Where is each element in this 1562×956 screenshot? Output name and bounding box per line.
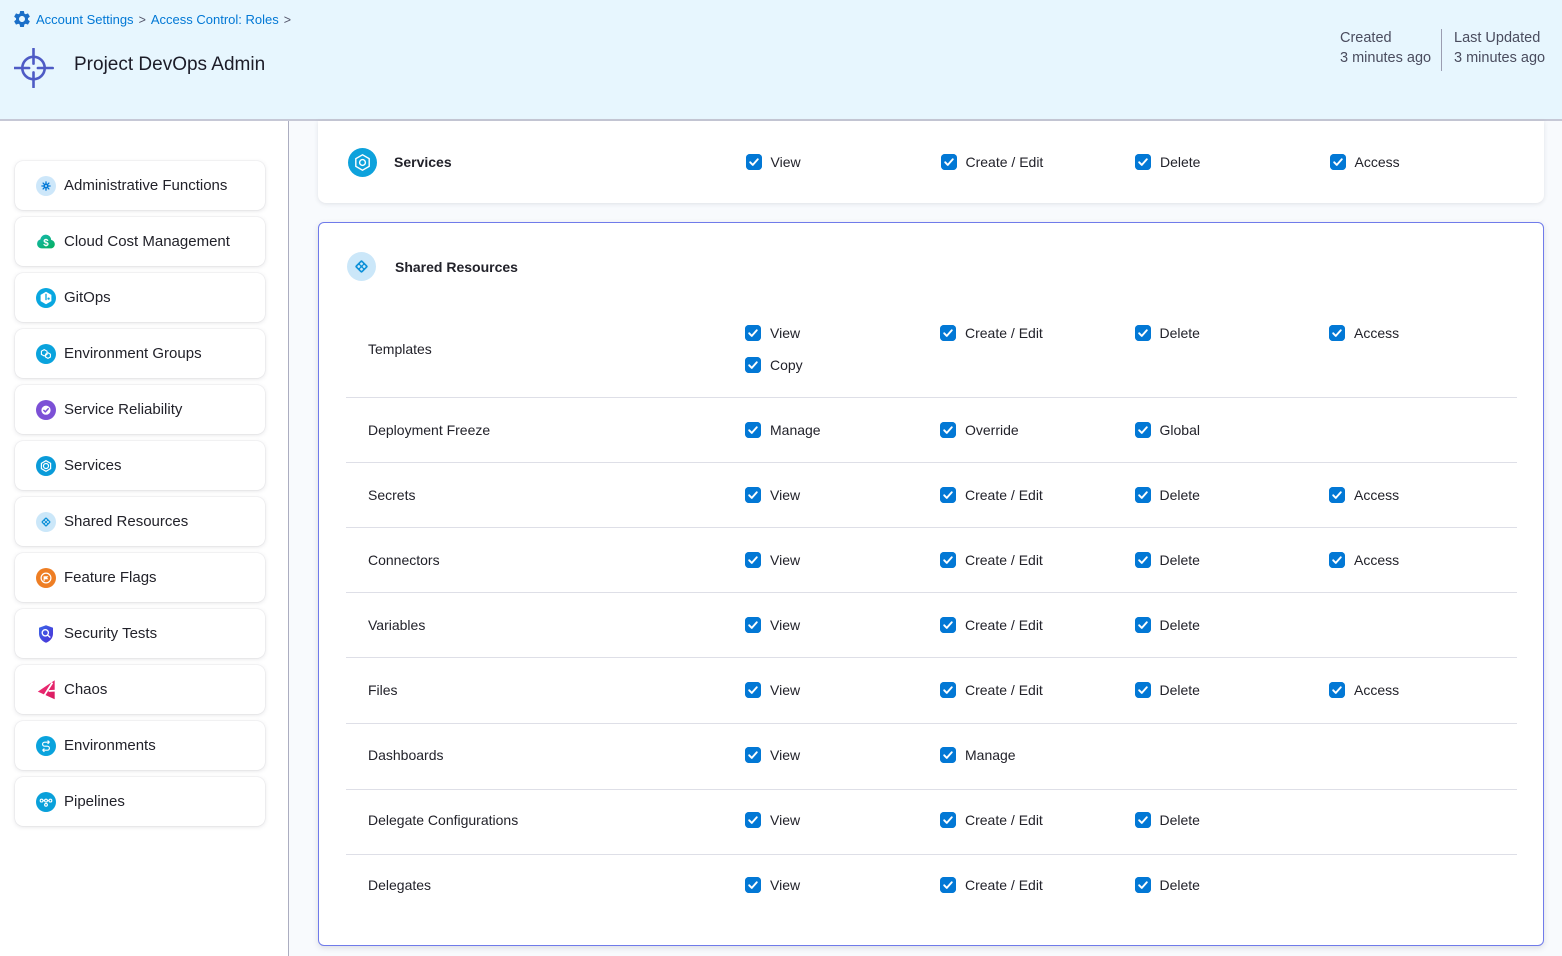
- svg-text:$: $: [43, 237, 49, 248]
